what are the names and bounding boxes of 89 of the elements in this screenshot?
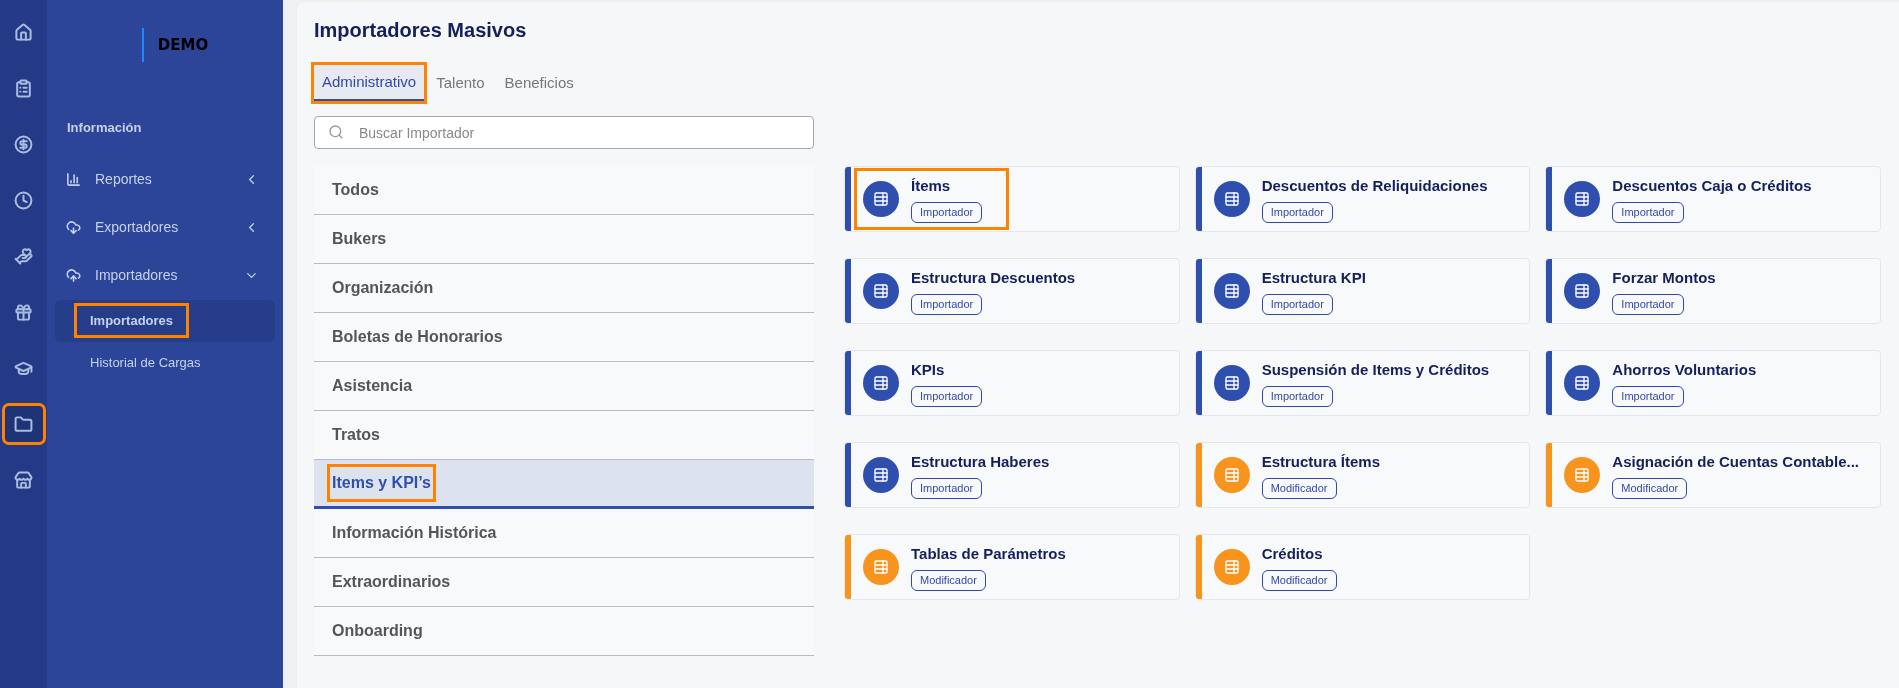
category-item[interactable]: Asistencia [314, 362, 814, 411]
category-item[interactable]: Onboarding [314, 607, 814, 656]
type-badge: Modificador [1261, 477, 1337, 499]
highlight-frame: Organización [330, 272, 436, 304]
highlight-frame: Extraordinarios [330, 566, 453, 598]
importer-card[interactable]: Tablas de Parámetros Modificador [844, 534, 1180, 600]
card-title: Estructura Ítems [1261, 452, 1381, 473]
category-item[interactable]: Items y KPI’s [314, 460, 814, 509]
type-badge: Importador [1261, 385, 1333, 407]
highlight-frame: Asistencia [330, 370, 415, 402]
type-badge: Modificador [1261, 569, 1337, 591]
section-heading: Información [67, 119, 142, 137]
type-badge: Importador [1261, 293, 1333, 315]
type-badge: Importador [911, 201, 983, 223]
cloud-download-icon [66, 220, 81, 235]
category-item[interactable]: Todos [314, 166, 814, 215]
highlight-frame: Importadores [77, 305, 187, 336]
nav-submenu-item[interactable]: Importadores [55, 299, 275, 342]
nav-menu-item[interactable]: Reportes [47, 155, 283, 204]
importer-card[interactable]: Estructura Ítems Modificador [1194, 442, 1531, 508]
card-title: KPIs [911, 360, 945, 381]
importer-card[interactable]: Asignación de Cuentas Contable... Modificador [1545, 442, 1881, 508]
dollar-coin-icon [14, 134, 33, 154]
logo-text: DEMO [157, 34, 209, 56]
hand-heart-icon [14, 246, 33, 266]
type-badge: Importador [1612, 385, 1684, 407]
card-title: Estructura KPI [1261, 268, 1366, 289]
category-item[interactable]: Extraordinarios [314, 558, 814, 607]
type-badge: Importador [911, 385, 983, 407]
card-title: Asignación de Cuentas Contable... [1612, 452, 1860, 473]
type-badge: Importador [1612, 293, 1684, 315]
highlight-frame: Todos [330, 174, 381, 206]
importer-card[interactable]: Estructura Descuentos Importador [844, 258, 1180, 324]
card-title: Tablas de Parámetros [911, 544, 1066, 565]
card-title: Forzar Montos [1612, 268, 1716, 289]
highlight-frame: Tratos [330, 419, 382, 451]
highlight-frame: Bukers [330, 223, 389, 255]
importer-card[interactable]: Créditos Modificador [1194, 534, 1531, 600]
importer-card[interactable]: Forzar Montos Importador [1545, 258, 1881, 324]
card-title: Ahorros Voluntarios [1612, 360, 1757, 381]
importer-card[interactable]: Descuentos Caja o Créditos Importador [1545, 166, 1881, 232]
store-icon [14, 470, 33, 490]
highlight-frame: Historial de Cargas [77, 347, 214, 378]
category-item[interactable]: Boletas de Honorarios [314, 313, 814, 362]
importer-card[interactable]: KPIs Importador [844, 350, 1180, 416]
card-title: Suspensión de Items y Créditos [1261, 360, 1490, 381]
card-title: Ítems [911, 176, 951, 197]
type-badge: Modificador [911, 569, 986, 591]
card-title: Descuentos Caja o Créditos [1612, 176, 1812, 197]
bar-chart-icon [66, 172, 81, 187]
card-title: Estructura Haberes [911, 452, 1050, 473]
category-item[interactable]: Organización [314, 264, 814, 313]
card-title: Descuentos de Reliquidaciones [1261, 176, 1488, 197]
importer-card[interactable]: Descuentos de Reliquidaciones Importador [1194, 166, 1531, 232]
type-badge: Importador [911, 477, 983, 499]
search-icon [328, 124, 344, 140]
importer-card[interactable]: Ítems Importador [844, 166, 1180, 232]
search-field[interactable]: Buscar Importador [314, 116, 814, 149]
highlight-frame: Items y KPI’s [330, 467, 433, 499]
nav-submenu-item[interactable]: Historial de Cargas [55, 341, 275, 384]
tab[interactable]: Administrativo [314, 65, 425, 101]
category-item[interactable]: Información Histórica [314, 509, 814, 558]
clipboard-icon [14, 78, 33, 98]
page-title: Importadores Masivos [314, 18, 528, 43]
highlight-frame: Boletas de Honorarios [330, 321, 505, 353]
card-title: Estructura Descuentos [911, 268, 1076, 289]
type-badge: Importador [911, 293, 983, 315]
clock-icon [14, 190, 33, 210]
folder-icon [14, 414, 33, 434]
nav-menu-item[interactable]: Exportadores [47, 203, 283, 252]
tab[interactable]: Talento [428, 65, 493, 101]
highlight-frame: Información Histórica [330, 517, 499, 549]
cloud-upload-icon [66, 268, 81, 283]
type-badge: Importador [1612, 201, 1684, 223]
tab[interactable]: Beneficios [496, 65, 582, 101]
home-icon [14, 22, 33, 42]
importer-card[interactable]: Estructura Haberes Importador [844, 442, 1180, 508]
type-badge: Modificador [1612, 477, 1688, 499]
category-item[interactable]: Tratos [314, 411, 814, 460]
highlight-frame: Onboarding [330, 615, 425, 647]
card-title: Créditos [1261, 544, 1323, 565]
importer-card[interactable]: Estructura KPI Importador [1194, 258, 1531, 324]
nav-menu-item[interactable]: Importadores [47, 251, 283, 300]
importer-card[interactable]: Suspensión de Items y Créditos Importador [1194, 350, 1531, 416]
category-item[interactable]: Bukers [314, 215, 814, 264]
rail-button[interactable] [4, 406, 43, 442]
importer-card[interactable]: Ahorros Voluntarios Importador [1545, 350, 1881, 416]
gift-icon [14, 302, 33, 322]
type-badge: Importador [1261, 201, 1333, 223]
